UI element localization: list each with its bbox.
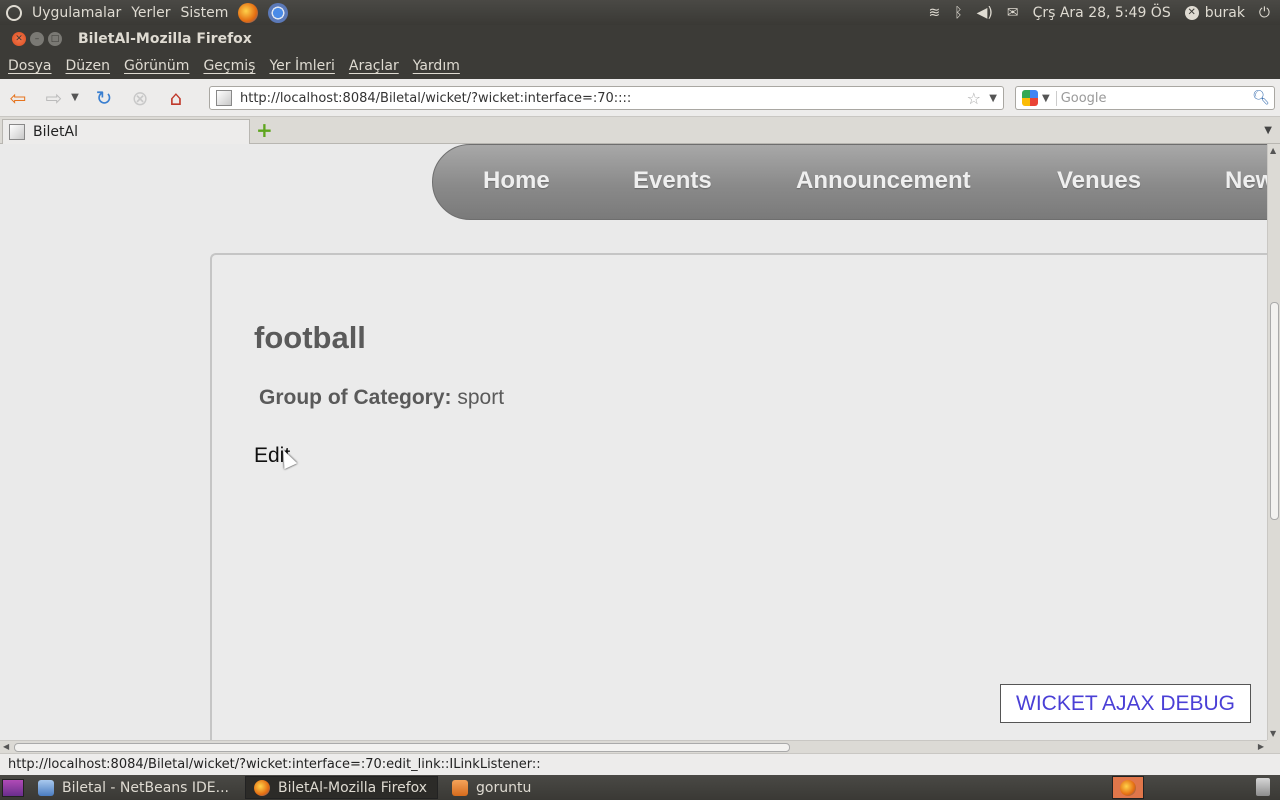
nav-events[interactable]: Events: [633, 167, 712, 195]
menu-help[interactable]: Yardım: [413, 58, 460, 74]
taskbar-item-netbeans[interactable]: Biletal - NetBeans IDE...: [30, 776, 239, 799]
menu-edit[interactable]: Düzen: [66, 58, 111, 74]
url-dropdown-icon[interactable]: ▼: [989, 93, 997, 104]
site-navigation: Home Events Announcement Venues New: [432, 144, 1267, 220]
back-button[interactable]: ⇦: [4, 84, 32, 112]
maximize-window-button[interactable]: □: [48, 31, 62, 46]
firefox-launcher-icon[interactable]: [238, 2, 259, 23]
window-titlebar: ✕ – □ BiletAl-Mozilla Firefox: [0, 25, 1280, 52]
horizontal-scroll-thumb[interactable]: [14, 743, 790, 752]
home-icon: ⌂: [169, 85, 183, 110]
stop-icon: ⊗: [131, 85, 149, 110]
menu-view[interactable]: Görünüm: [124, 58, 189, 74]
nav-home[interactable]: Home: [483, 167, 550, 195]
volume-icon[interactable]: ◀): [977, 5, 993, 21]
back-arrow-icon: ⇦: [9, 85, 27, 110]
scroll-up-icon[interactable]: ▲: [1270, 146, 1276, 155]
forward-button[interactable]: ⇨: [40, 84, 68, 112]
taskbar-item-firefox[interactable]: BiletAl-Mozilla Firefox: [245, 776, 439, 799]
close-window-button[interactable]: ✕: [12, 31, 26, 46]
user-name: burak: [1204, 4, 1245, 21]
trash-icon[interactable]: [1256, 778, 1270, 796]
taskbar-label: BiletAl-Mozilla Firefox: [278, 779, 428, 796]
tab-biletal[interactable]: BiletAl: [2, 119, 250, 144]
tab-list-chevron-icon[interactable]: ▼: [1264, 125, 1272, 136]
page-content: Home Events Announcement Venues New foot…: [0, 144, 1267, 740]
forward-arrow-icon: ⇨: [45, 85, 63, 110]
menu-file[interactable]: Dosya: [8, 58, 52, 74]
menu-tools[interactable]: Araçlar: [349, 58, 399, 74]
tab-label: BiletAl: [33, 124, 78, 140]
wicket-ajax-debug-button[interactable]: WICKET AJAX DEBUG: [1000, 684, 1251, 723]
menubar: Dosya Düzen Görünüm Geçmiş Yer İmleri Ar…: [0, 52, 1280, 79]
stop-button[interactable]: ⊗: [126, 84, 154, 112]
taskbar-label: Biletal - NetBeans IDE...: [62, 779, 230, 796]
vertical-scroll-thumb[interactable]: [1270, 302, 1279, 520]
user-status-icon: ✕: [1184, 5, 1199, 20]
url-bar[interactable]: http://localhost:8084/Biletal/wicket/?wi…: [209, 86, 1004, 110]
bottom-panel: Biletal - NetBeans IDE... BiletAl-Mozill…: [0, 775, 1280, 800]
menu-bookmarks[interactable]: Yer İmleri: [269, 58, 334, 74]
show-desktop-icon[interactable]: [2, 778, 24, 797]
horizontal-scrollbar[interactable]: ◀ ▶: [0, 740, 1267, 753]
bluetooth-icon[interactable]: ᛒ: [954, 5, 962, 21]
nav-new[interactable]: New: [1225, 167, 1267, 195]
menu-places[interactable]: Yerler: [131, 5, 170, 21]
scroll-right-icon[interactable]: ▶: [1258, 742, 1264, 751]
navigation-toolbar: ⇦ ⇨ ▼ ↻ ⊗ ⌂ http://localhost:8084/Bileta…: [0, 79, 1280, 117]
menu-system[interactable]: Sistem: [181, 5, 229, 21]
reload-icon: ↻: [95, 85, 113, 110]
search-bar[interactable]: ▼ Google 🔍︎: [1015, 86, 1275, 110]
home-button[interactable]: ⌂: [162, 84, 190, 112]
minimize-window-button[interactable]: –: [30, 31, 44, 46]
history-dropdown-button[interactable]: ▼: [68, 84, 82, 112]
chevron-down-icon: ▼: [71, 92, 79, 103]
tab-favicon-icon: [9, 124, 25, 140]
search-icon[interactable]: 🔍︎: [1252, 90, 1270, 106]
folder-icon: [452, 779, 469, 796]
bookmark-star-icon[interactable]: ☆: [967, 89, 981, 108]
netbeans-icon: [38, 779, 54, 796]
chromium-launcher-icon[interactable]: [268, 2, 289, 23]
vertical-scrollbar[interactable]: ▲ ▼: [1267, 144, 1280, 740]
wifi-icon[interactable]: ≋: [928, 5, 940, 21]
scroll-left-icon[interactable]: ◀: [3, 742, 9, 751]
nav-announcement[interactable]: Announcement: [796, 167, 971, 195]
google-engine-icon[interactable]: [1022, 90, 1038, 106]
firefox-icon: [254, 779, 271, 796]
clock[interactable]: Çrş Ara 28, 5:49 ÖS: [1033, 5, 1171, 21]
top-panel: Uygulamalar Yerler Sistem ≋ ᛒ ◀) ✉ Çrş A…: [0, 0, 1280, 25]
new-tab-plus-icon[interactable]: +: [256, 120, 273, 140]
reload-button[interactable]: ↻: [90, 84, 118, 112]
firefox-tray-button[interactable]: [1112, 776, 1144, 799]
status-text: http://localhost:8084/Biletal/wicket/?wi…: [8, 757, 541, 772]
menu-history[interactable]: Geçmiş: [203, 58, 255, 74]
taskbar-item-goruntu[interactable]: goruntu: [444, 776, 541, 799]
content-panel: [210, 253, 1267, 740]
scrollbar-corner: [1267, 740, 1280, 753]
category-title: football: [254, 320, 366, 355]
menu-applications[interactable]: Uygulamalar: [32, 5, 121, 21]
site-favicon-icon: [216, 90, 232, 106]
category-group: Group of Category: sport: [259, 386, 504, 410]
search-input[interactable]: Google: [1055, 90, 1253, 106]
mail-icon[interactable]: ✉: [1007, 5, 1019, 21]
category-group-value: sport: [457, 386, 505, 409]
firefox-tray-icon: [1120, 779, 1136, 796]
ubuntu-logo-icon[interactable]: [6, 4, 22, 21]
url-text: http://localhost:8084/Biletal/wicket/?wi…: [240, 90, 632, 106]
scroll-down-icon[interactable]: ▼: [1270, 729, 1276, 738]
status-bar: http://localhost:8084/Biletal/wicket/?wi…: [0, 753, 1280, 775]
power-icon[interactable]: ⏻: [1259, 5, 1270, 21]
user-menu[interactable]: ✕ burak: [1184, 4, 1245, 21]
nav-venues[interactable]: Venues: [1057, 167, 1141, 195]
window-title: BiletAl-Mozilla Firefox: [78, 30, 252, 47]
category-group-label: Group of Category:: [259, 386, 452, 409]
tab-strip: BiletAl + ▼: [0, 117, 1280, 144]
engine-dropdown-icon[interactable]: ▼: [1042, 93, 1050, 104]
taskbar-label: goruntu: [476, 779, 532, 796]
